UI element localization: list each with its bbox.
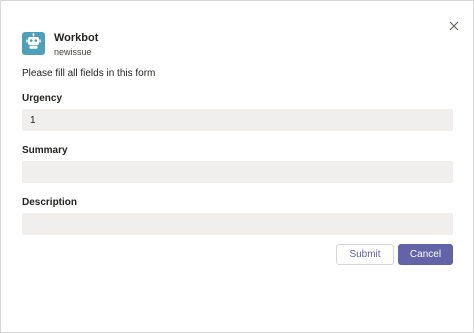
close-icon[interactable] (447, 19, 461, 33)
description-label: Description (22, 197, 78, 208)
dialog-header: Workbot newissue (22, 32, 98, 57)
urgency-input[interactable] (22, 109, 453, 131)
bot-avatar (22, 32, 45, 55)
task-module-dialog: Workbot newissue Please fill all fields … (0, 0, 474, 333)
summary-label: Summary (22, 145, 68, 156)
robot-icon (25, 32, 42, 55)
submit-button[interactable]: Submit (336, 244, 394, 265)
urgency-label: Urgency (22, 93, 63, 104)
cancel-button[interactable]: Cancel (398, 244, 453, 265)
form-instruction: Please fill all fields in this form (22, 68, 156, 79)
description-input[interactable] (22, 213, 453, 235)
command-name: newissue (54, 47, 92, 57)
summary-input[interactable] (22, 161, 453, 183)
bot-name: Workbot (54, 32, 99, 44)
